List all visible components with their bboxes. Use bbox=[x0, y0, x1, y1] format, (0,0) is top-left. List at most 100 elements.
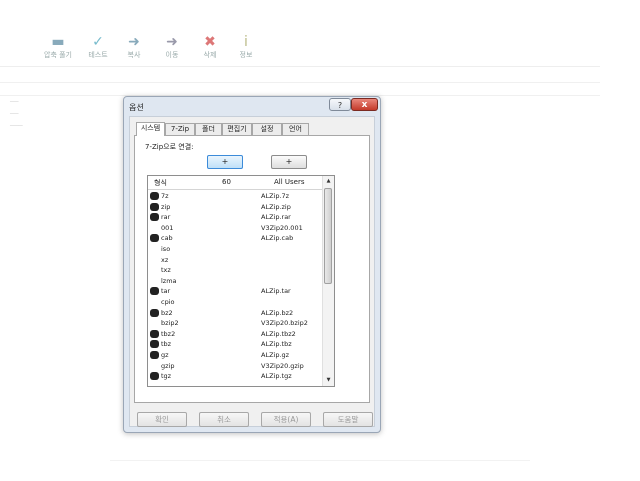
list-item[interactable]: tbz ALZip.tbz bbox=[148, 339, 323, 350]
row-extension: zip bbox=[161, 202, 171, 211]
row-extension: cpio bbox=[161, 297, 175, 306]
delete-icon: ✖ bbox=[204, 34, 216, 50]
column-format[interactable]: 형식 bbox=[154, 178, 167, 188]
archive-icon bbox=[150, 329, 159, 338]
list-item[interactable]: lzma bbox=[148, 276, 323, 287]
tab-settings[interactable]: 설정 bbox=[252, 123, 282, 135]
apply-button[interactable]: 적용(A) bbox=[261, 412, 311, 427]
copy-icon: ➜ bbox=[128, 34, 140, 50]
list-item[interactable]: bzip2 V3Zip20.bzip2 bbox=[148, 318, 323, 329]
background-tree-item: ── bbox=[10, 110, 19, 118]
move-icon: ➜ bbox=[166, 34, 178, 50]
background-window-title bbox=[50, 14, 230, 24]
toolbar-delete-button[interactable]: ✖ 삭제 bbox=[190, 34, 230, 60]
dialog-client-area: 시스템 7-Zip 폴더 편집기 설정 언어 7-Zip으로 연결: + + 형… bbox=[129, 116, 375, 427]
info-icon: i bbox=[244, 34, 248, 50]
close-icon: x bbox=[361, 100, 368, 110]
toolbar-extract-button[interactable]: ▬ 압축 풀기 bbox=[38, 34, 78, 60]
row-program: V3Zip20.gzip bbox=[261, 361, 304, 370]
row-extension: tbz2 bbox=[161, 329, 176, 338]
associate-label: 7-Zip으로 연결: bbox=[145, 143, 194, 151]
scroll-thumb[interactable] bbox=[324, 188, 332, 284]
row-extension: gzip bbox=[161, 361, 175, 370]
row-extension: lzma bbox=[161, 276, 177, 285]
scroll-down-icon[interactable]: ▼ bbox=[323, 376, 334, 385]
archive-icon bbox=[150, 350, 159, 359]
list-rows: 7z ALZip.7z zip ALZip.zip rar ALZip.rar 001 V3Z… bbox=[148, 191, 323, 382]
row-program: V3Zip20.bzip2 bbox=[261, 319, 308, 328]
list-item[interactable]: tbz2 ALZip.tbz2 bbox=[148, 329, 323, 340]
tab-7zip[interactable]: 7-Zip bbox=[165, 123, 195, 135]
ok-button[interactable]: 확인 bbox=[137, 412, 187, 427]
row-extension: bzip2 bbox=[161, 319, 179, 328]
archive-icon bbox=[150, 372, 159, 381]
list-item[interactable]: cpio bbox=[148, 297, 323, 308]
list-header: 형식 60 All Users bbox=[148, 176, 323, 190]
archive-icon bbox=[150, 287, 159, 296]
associate-current-user-button[interactable]: + bbox=[207, 155, 243, 169]
associate-all-users-button[interactable]: + bbox=[271, 155, 307, 169]
row-program: ALZip.gz bbox=[261, 350, 290, 359]
tab-system[interactable]: 시스템 bbox=[136, 122, 165, 136]
list-item[interactable]: xz bbox=[148, 255, 323, 266]
archive-icon bbox=[150, 234, 159, 243]
cancel-button[interactable]: 취소 bbox=[199, 412, 249, 427]
row-extension: rar bbox=[161, 213, 171, 222]
toolbar-move-button[interactable]: ➜ 이동 bbox=[152, 34, 192, 60]
archive-icon bbox=[150, 213, 159, 222]
help-button[interactable]: ? bbox=[329, 98, 351, 111]
archive-icon bbox=[150, 192, 159, 200]
close-button[interactable]: x bbox=[351, 98, 378, 111]
column-all-users[interactable]: All Users bbox=[274, 178, 305, 186]
archive-icon bbox=[150, 340, 159, 349]
file-type-list[interactable]: 형식 60 All Users 7z ALZip.7z zip ALZip.zip ra… bbox=[147, 175, 335, 387]
list-item[interactable]: txz bbox=[148, 265, 323, 276]
row-extension: tar bbox=[161, 287, 171, 296]
list-item[interactable]: gzip V3Zip20.gzip bbox=[148, 361, 323, 372]
scroll-up-icon[interactable]: ▲ bbox=[323, 177, 334, 186]
archive-icon bbox=[150, 308, 159, 317]
toolbar-test-button[interactable]: ✓ 테스트 bbox=[78, 34, 118, 60]
list-item[interactable]: 001 V3Zip20.001 bbox=[148, 223, 323, 234]
list-item[interactable]: tar ALZip.tar bbox=[148, 286, 323, 297]
test-icon: ✓ bbox=[92, 34, 104, 50]
column-count[interactable]: 60 bbox=[222, 178, 231, 186]
row-program: ALZip.rar bbox=[261, 213, 291, 222]
row-program: ALZip.zip bbox=[261, 202, 291, 211]
list-item[interactable]: bz2 ALZip.bz2 bbox=[148, 308, 323, 319]
options-dialog: 옵션 ? x 시스템 7-Zip 폴더 편집기 설정 언어 7-Zip으로 연결… bbox=[123, 96, 381, 433]
system-tab-panel: 7-Zip으로 연결: + + 형식 60 All Users 7z ALZip.… bbox=[134, 135, 370, 403]
tab-language[interactable]: 언어 bbox=[282, 123, 309, 135]
background-tree-item: ── bbox=[10, 98, 19, 106]
background-toolbar: ▬ 압축 풀기 ✓ 테스트 ➜ 복사 ➜ 이동 ✖ 삭제 i 정보 bbox=[0, 30, 640, 66]
background-address-bar bbox=[0, 82, 600, 96]
archive-icon bbox=[150, 202, 159, 211]
row-extension: gz bbox=[161, 350, 169, 359]
row-program: ALZip.tar bbox=[261, 287, 291, 296]
toolbar-divider bbox=[0, 66, 600, 67]
list-item[interactable]: zip ALZip.zip bbox=[148, 202, 323, 213]
list-item[interactable]: tgz ALZip.tgz bbox=[148, 371, 323, 382]
row-program: ALZip.tbz bbox=[261, 340, 292, 349]
row-program: ALZip.tbz2 bbox=[261, 329, 296, 338]
list-item[interactable]: cab ALZip.cab bbox=[148, 233, 323, 244]
list-item[interactable]: rar ALZip.rar bbox=[148, 212, 323, 223]
background-status-line bbox=[110, 460, 530, 461]
row-program: ALZip.tgz bbox=[261, 372, 292, 381]
toolbar-info-button[interactable]: i 정보 bbox=[226, 34, 266, 60]
help-bottom-button[interactable]: 도움말 bbox=[323, 412, 373, 427]
tab-folder[interactable]: 폴더 bbox=[195, 123, 222, 135]
row-extension: cab bbox=[161, 234, 173, 243]
row-program: ALZip.7z bbox=[261, 192, 290, 200]
toolbar-copy-button[interactable]: ➜ 복사 bbox=[114, 34, 154, 60]
list-item[interactable]: 7z ALZip.7z bbox=[148, 191, 323, 202]
row-program: ALZip.cab bbox=[261, 234, 294, 243]
list-item[interactable]: iso bbox=[148, 244, 323, 255]
list-scrollbar[interactable]: ▲ ▼ bbox=[322, 176, 334, 386]
tab-editor[interactable]: 편집기 bbox=[222, 123, 252, 135]
extract-icon: ▬ bbox=[51, 34, 65, 50]
row-extension: txz bbox=[161, 266, 171, 275]
row-program: V3Zip20.001 bbox=[261, 223, 303, 232]
dialog-title: 옵션 bbox=[129, 103, 144, 112]
list-item[interactable]: gz ALZip.gz bbox=[148, 350, 323, 361]
